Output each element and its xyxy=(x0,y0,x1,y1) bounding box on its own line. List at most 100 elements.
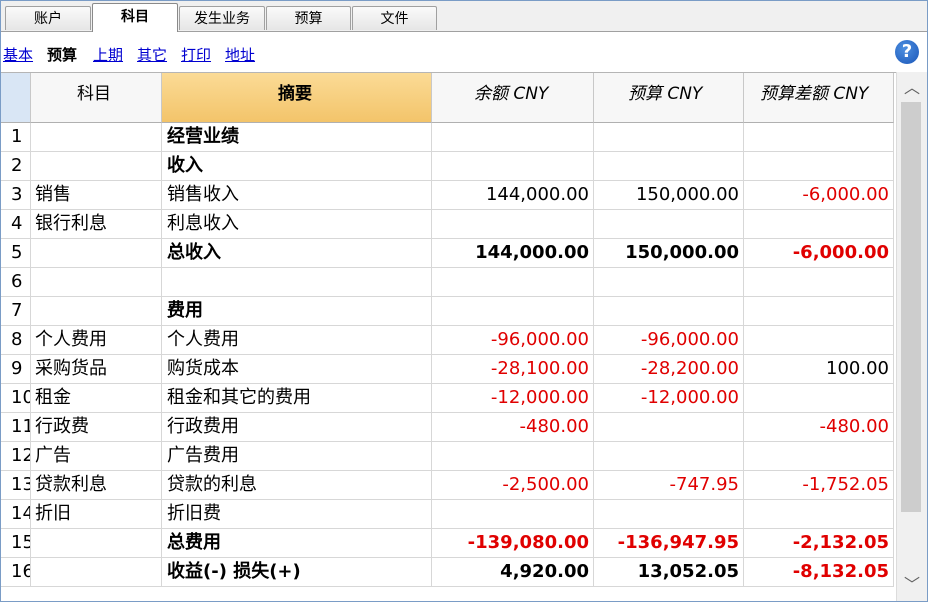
category-cell[interactable]: 贷款利息 xyxy=(31,471,162,500)
balance-cell[interactable] xyxy=(432,442,594,471)
category-cell[interactable]: 银行利息 xyxy=(31,210,162,239)
table-row[interactable]: 7 费用 xyxy=(1,297,897,326)
balance-cell[interactable]: -28,100.00 xyxy=(432,355,594,384)
balance-cell[interactable] xyxy=(432,297,594,326)
budget-cell[interactable] xyxy=(594,268,744,297)
budget-diff-cell[interactable] xyxy=(744,152,894,181)
table-row[interactable]: 11行政费行政费用-480.00-480.00 xyxy=(1,413,897,442)
column-header-description[interactable]: 摘要 xyxy=(162,73,432,123)
category-cell[interactable] xyxy=(31,268,162,297)
view-address-link[interactable]: 地址 xyxy=(225,44,255,65)
budget-cell[interactable]: -747.95 xyxy=(594,471,744,500)
description-cell[interactable]: 总费用 xyxy=(162,529,432,558)
balance-cell[interactable] xyxy=(432,268,594,297)
column-header-budget[interactable]: 预算 CNY xyxy=(594,73,744,123)
description-cell[interactable]: 销售收入 xyxy=(162,181,432,210)
table-row[interactable]: 6 xyxy=(1,268,897,297)
description-cell[interactable]: 行政费用 xyxy=(162,413,432,442)
category-cell[interactable] xyxy=(31,123,162,152)
table-row[interactable]: 16 收益(-) 损失(+)4,920.0013,052.05-8,132.05 xyxy=(1,558,897,587)
budget-diff-cell[interactable] xyxy=(744,210,894,239)
tab-budget[interactable]: 预算 xyxy=(266,6,351,30)
description-cell[interactable]: 总收入 xyxy=(162,239,432,268)
budget-cell[interactable] xyxy=(594,123,744,152)
budget-diff-cell[interactable]: -2,132.05 xyxy=(744,529,894,558)
balance-cell[interactable] xyxy=(432,210,594,239)
budget-cell[interactable]: -28,200.00 xyxy=(594,355,744,384)
table-row[interactable]: 14折旧折旧费 xyxy=(1,500,897,529)
view-budget-link[interactable]: 预算 xyxy=(47,44,77,65)
tab-accounts[interactable]: 账户 xyxy=(5,6,91,30)
budget-diff-cell[interactable] xyxy=(744,326,894,355)
category-cell[interactable]: 销售 xyxy=(31,181,162,210)
category-cell[interactable]: 采购货品 xyxy=(31,355,162,384)
budget-diff-cell[interactable]: -480.00 xyxy=(744,413,894,442)
scroll-down-icon[interactable]: ﹀ xyxy=(897,571,927,599)
balance-cell[interactable]: 144,000.00 xyxy=(432,239,594,268)
description-cell[interactable]: 折旧费 xyxy=(162,500,432,529)
budget-cell[interactable] xyxy=(594,152,744,181)
budget-cell[interactable] xyxy=(594,500,744,529)
budget-cell[interactable]: 150,000.00 xyxy=(594,181,744,210)
view-print-link[interactable]: 打印 xyxy=(181,44,211,65)
view-other-link[interactable]: 其它 xyxy=(137,44,167,65)
category-cell[interactable]: 广告 xyxy=(31,442,162,471)
category-cell[interactable] xyxy=(31,558,162,587)
category-cell[interactable]: 行政费 xyxy=(31,413,162,442)
table-row[interactable]: 3 销售 销售收入 144,000.00 150,000.00 -6,000.00 xyxy=(1,181,897,210)
category-cell[interactable] xyxy=(31,239,162,268)
table-row[interactable]: 5 总收入 144,000.00 150,000.00 -6,000.00 xyxy=(1,239,897,268)
budget-cell[interactable] xyxy=(594,442,744,471)
description-cell[interactable]: 广告费用 xyxy=(162,442,432,471)
category-cell[interactable]: 个人费用 xyxy=(31,326,162,355)
table-row[interactable]: 13贷款利息贷款的利息-2,500.00-747.95-1,752.05 xyxy=(1,471,897,500)
table-row[interactable]: 9 采购货品 购货成本 -28,100.00 -28,200.00 100.00 xyxy=(1,355,897,384)
column-header-budget-diff[interactable]: 预算差额 CNY xyxy=(744,73,894,123)
balance-cell[interactable]: -480.00 xyxy=(432,413,594,442)
category-cell[interactable] xyxy=(31,529,162,558)
tab-file[interactable]: 文件 xyxy=(352,6,437,30)
table-row[interactable]: 2 收入 xyxy=(1,152,897,181)
budget-diff-cell[interactable] xyxy=(744,123,894,152)
description-cell[interactable]: 收入 xyxy=(162,152,432,181)
budget-cell[interactable] xyxy=(594,413,744,442)
description-cell[interactable]: 利息收入 xyxy=(162,210,432,239)
description-cell[interactable]: 贷款的利息 xyxy=(162,471,432,500)
balance-cell[interactable]: 4,920.00 xyxy=(432,558,594,587)
balance-cell[interactable]: 144,000.00 xyxy=(432,181,594,210)
description-cell[interactable]: 费用 xyxy=(162,297,432,326)
table-row[interactable]: 1 经营业绩 xyxy=(1,123,897,152)
balance-cell[interactable] xyxy=(432,500,594,529)
budget-diff-cell[interactable] xyxy=(744,384,894,413)
category-cell[interactable]: 折旧 xyxy=(31,500,162,529)
table-row[interactable]: 8 个人费用 个人费用 -96,000.00 -96,000.00 xyxy=(1,326,897,355)
budget-cell[interactable] xyxy=(594,210,744,239)
budget-diff-cell[interactable]: -8,132.05 xyxy=(744,558,894,587)
column-header-balance[interactable]: 余额 CNY xyxy=(432,73,594,123)
category-cell[interactable] xyxy=(31,152,162,181)
tab-transactions[interactable]: 发生业务 xyxy=(179,6,265,30)
scroll-thumb[interactable] xyxy=(901,102,921,512)
table-row[interactable]: 12广告广告费用 xyxy=(1,442,897,471)
category-cell[interactable]: 租金 xyxy=(31,384,162,413)
view-previous-link[interactable]: 上期 xyxy=(93,44,123,65)
table-row[interactable]: 10租金租金和其它的费用-12,000.00-12,000.00 xyxy=(1,384,897,413)
description-cell[interactable]: 经营业绩 xyxy=(162,123,432,152)
balance-cell[interactable] xyxy=(432,152,594,181)
description-cell[interactable]: 租金和其它的费用 xyxy=(162,384,432,413)
description-cell[interactable] xyxy=(162,268,432,297)
budget-diff-cell[interactable] xyxy=(744,297,894,326)
budget-diff-cell[interactable] xyxy=(744,268,894,297)
table-row[interactable]: 4 银行利息 利息收入 xyxy=(1,210,897,239)
budget-cell[interactable] xyxy=(594,297,744,326)
budget-cell[interactable]: 150,000.00 xyxy=(594,239,744,268)
budget-cell[interactable]: -136,947.95 xyxy=(594,529,744,558)
help-icon[interactable]: ? xyxy=(895,40,919,64)
budget-diff-cell[interactable] xyxy=(744,500,894,529)
description-cell[interactable]: 购货成本 xyxy=(162,355,432,384)
scroll-up-icon[interactable]: ︿ xyxy=(897,74,927,102)
balance-cell[interactable]: -2,500.00 xyxy=(432,471,594,500)
budget-diff-cell[interactable] xyxy=(744,442,894,471)
tab-categories[interactable]: 科目 xyxy=(92,3,178,32)
budget-diff-cell[interactable]: -6,000.00 xyxy=(744,239,894,268)
